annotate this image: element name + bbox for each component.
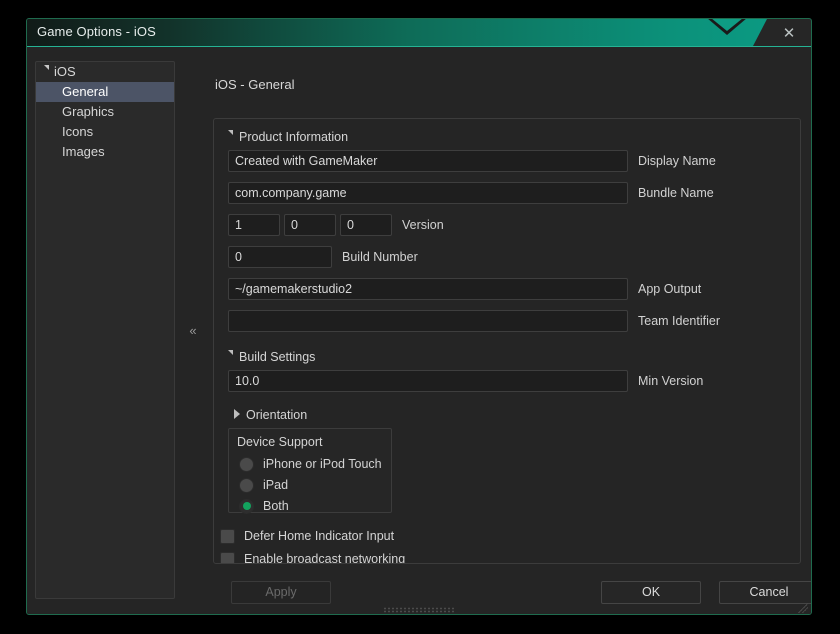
radio-both[interactable]: Both [239,497,289,515]
window-body: iOS General Graphics Icons Images « iOS … [27,47,811,614]
app-output-label: App Output [638,282,702,296]
page-title: iOS - General [215,77,295,92]
sidebar-item-label: Icons [62,124,94,139]
build-number-label: Build Number [342,250,418,264]
radio-label: iPad [263,478,289,492]
ok-button[interactable]: OK [601,581,701,604]
display-name-input[interactable] [228,150,628,172]
version-label: Version [402,218,444,232]
sidebar-item-label: Images [62,144,105,159]
sidebar-item-graphics[interactable]: Graphics [36,102,174,122]
triangle-down-icon [44,65,49,75]
titlebar-notch-inner [711,19,743,31]
checkbox-label: Defer Home Indicator Input [244,529,395,543]
section-label: Build Settings [239,350,316,364]
team-identifier-input[interactable] [228,310,628,332]
triangle-right-icon [234,409,240,419]
radio-label: iPhone or iPod Touch [263,457,382,471]
build-number-input[interactable] [228,246,332,268]
radio-ipad[interactable]: iPad [239,476,288,494]
radio-icon [239,456,254,472]
game-options-window: Game Options - iOS ✕ iOS General Graphic… [26,18,812,615]
sidebar-item-label: General [62,84,109,99]
checkbox-icon [220,528,235,544]
section-header-build-settings[interactable]: Build Settings [228,350,315,364]
device-support-title: Device Support [237,435,323,449]
version-patch-input[interactable] [340,214,392,236]
checkbox-defer-home-indicator-input[interactable]: Defer Home Indicator Input [220,527,394,545]
bundle-name-input[interactable] [228,182,628,204]
section-header-orientation[interactable]: Orientation [234,408,307,422]
radio-icon-selected [239,498,254,514]
checkbox-enable-broadcast-networking[interactable]: Enable broadcast networking [220,550,406,564]
sidebar-item-label: Graphics [62,104,115,119]
checkbox-label: Enable broadcast networking [244,552,406,564]
sidebar-item-general[interactable]: General [36,82,174,102]
resize-grip[interactable] [383,607,455,613]
sidebar-item-images[interactable]: Images [36,142,174,162]
cancel-button[interactable]: Cancel [719,581,811,604]
section-label: Orientation [246,408,308,422]
apply-button[interactable]: Apply [231,581,331,604]
min-version-input[interactable] [228,370,628,392]
display-name-label: Display Name [638,154,716,168]
triangle-down-icon [228,350,233,360]
section-label: Product Information [239,130,349,144]
triangle-down-icon [228,130,233,140]
device-support-group: Device Support iPhone or iPod Touch iPad… [228,428,392,515]
min-version-label: Min Version [638,374,704,388]
settings-content: iOS - General Product Information Displa… [187,61,811,604]
team-identifier-label: Team Identifier [638,314,720,328]
section-header-product-information[interactable]: Product Information [228,130,348,144]
radio-iphone-or-ipod-touch[interactable]: iPhone or iPod Touch [239,455,382,473]
window-titlebar[interactable]: Game Options - iOS ✕ [27,19,811,47]
sidebar-item-icons[interactable]: Icons [36,122,174,142]
platform-tree-panel: iOS General Graphics Icons Images [35,61,175,599]
bundle-name-label: Bundle Name [638,186,714,200]
corner-resize-grip[interactable] [798,603,808,613]
tree-root-label: iOS [54,64,76,79]
version-minor-input[interactable] [284,214,336,236]
window-title: Game Options - iOS [37,24,156,39]
app-output-input[interactable] [228,278,628,300]
close-icon[interactable]: ✕ [767,19,811,46]
radio-icon [239,477,254,493]
version-major-input[interactable] [228,214,280,236]
settings-panel: Product Information Display Name Bundle … [213,118,801,564]
tree-root-ios[interactable]: iOS [36,62,174,82]
radio-label: Both [263,499,289,513]
checkbox-icon [220,551,235,563]
